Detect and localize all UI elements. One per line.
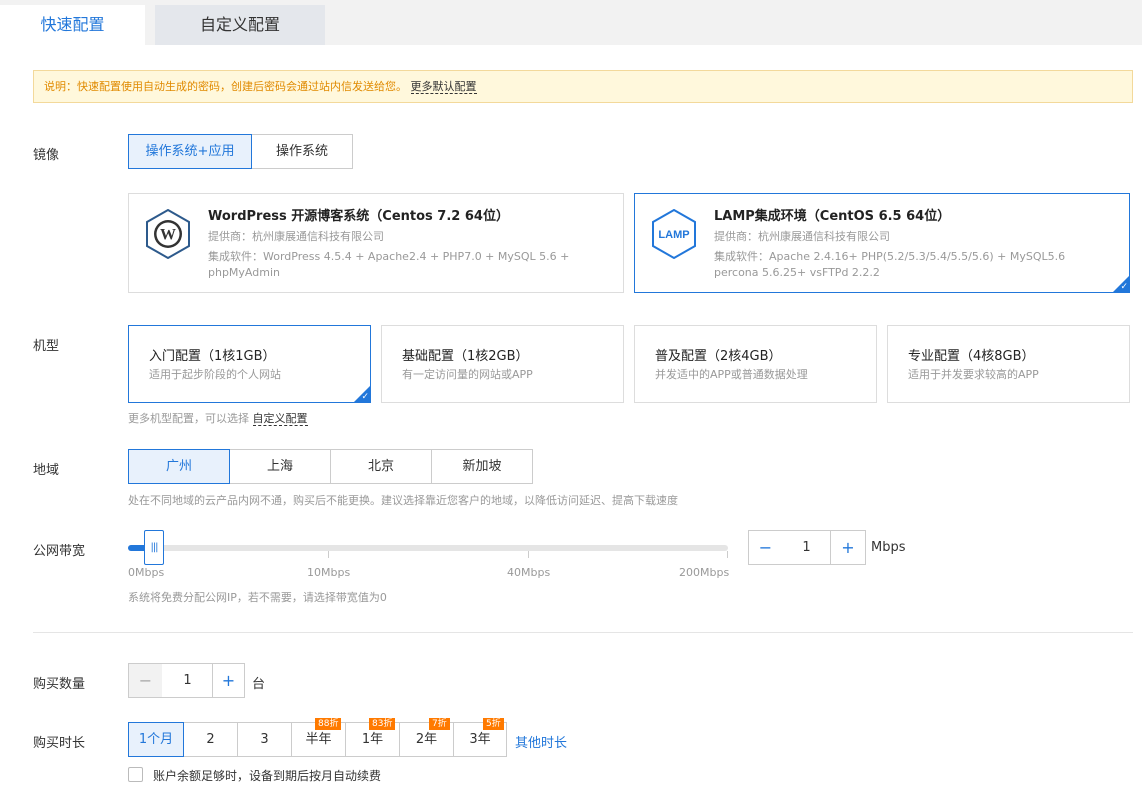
instance-type-basic[interactable]: 基础配置（1核2GB） 有一定访问量的网站或APP xyxy=(381,325,624,403)
bandwidth-slider-track[interactable] xyxy=(128,545,728,551)
region-shanghai[interactable]: 上海 xyxy=(229,449,331,484)
instance-type-popular[interactable]: 普及配置（2核4GB） 并发适中的APP或普通数据处理 xyxy=(634,325,877,403)
duration-2-months[interactable]: 2 xyxy=(183,722,238,757)
duration-label: 购买时长 xyxy=(33,736,86,751)
check-icon: ✓ xyxy=(361,392,369,402)
slider-tick xyxy=(328,551,329,558)
slider-tick xyxy=(727,551,728,558)
region-beijing[interactable]: 北京 xyxy=(330,449,432,484)
other-duration-link[interactable]: 其他时长 xyxy=(515,732,567,751)
instance-type-title: 专业配置（4核8GB） xyxy=(908,349,1035,364)
region-hint: 处在不同地域的云产品内网不通，购买后不能更换。建议选择靠近您客户的地域，以降低访… xyxy=(128,494,678,507)
wordpress-logo-icon: W xyxy=(146,209,190,259)
tick-label: 40Mbps xyxy=(507,566,551,579)
quantity-unit: 台 xyxy=(252,677,266,692)
bandwidth-slider-handle[interactable]: ||| xyxy=(144,530,164,565)
slider-tick xyxy=(528,551,529,558)
tick-label: 200Mbps xyxy=(679,566,730,579)
bandwidth-value-input[interactable]: 1 xyxy=(782,530,831,565)
region-label: 地域 xyxy=(33,463,60,478)
quantity-label: 购买数量 xyxy=(33,677,86,692)
discount-badge: 88折 xyxy=(315,718,342,730)
instance-type-title: 普及配置（2核4GB） xyxy=(655,349,782,364)
instance-type-title: 入门配置（1核1GB） xyxy=(149,349,276,364)
discount-badge: 83折 xyxy=(369,718,396,730)
image-label: 镜像 xyxy=(33,148,60,163)
svg-text:LAMP: LAMP xyxy=(658,229,689,241)
lamp-logo-icon: LAMP xyxy=(652,209,696,259)
custom-config-link[interactable]: 自定义配置 xyxy=(252,412,308,426)
section-divider xyxy=(33,632,1133,633)
image-mode-os-app[interactable]: 操作系统+应用 xyxy=(128,134,252,169)
bandwidth-hint: 系统将免费分配公网IP，若不需要，请选择带宽值为0 xyxy=(128,591,387,604)
region-singapore[interactable]: 新加坡 xyxy=(431,449,533,484)
instance-type-title: 基础配置（1核2GB） xyxy=(402,349,529,364)
wordpress-software: 集成软件：WordPress 4.5.4 + Apache2.4 + PHP7.… xyxy=(208,250,570,279)
notice-banner: 说明：快速配置使用自动生成的密码，创建后密码会通过站内信发送给您。 更多默认配置 xyxy=(33,70,1133,103)
image-card-wordpress[interactable]: W WordPress 开源博客系统（Centos 7.2 64位） 提供商：杭… xyxy=(128,193,624,293)
quantity-minus-button[interactable]: − xyxy=(128,663,163,698)
instance-type-desc: 适用于并发要求较高的APP xyxy=(908,368,1039,381)
bandwidth-unit: Mbps xyxy=(871,540,906,555)
tick-label: 10Mbps xyxy=(307,566,351,579)
lamp-title: LAMP集成环境（CentOS 6.5 64位） xyxy=(714,209,951,224)
instance-type-entry[interactable]: 入门配置（1核1GB） 适用于起步阶段的个人网站 ✓ xyxy=(128,325,371,403)
more-defaults-link[interactable]: 更多默认配置 xyxy=(410,80,477,94)
instance-hint: 更多机型配置，可以选择 自定义配置 xyxy=(128,412,308,426)
image-mode-os[interactable]: 操作系统 xyxy=(251,134,353,169)
auto-renew-label: 账户余额足够时，设备到期后按月自动续费 xyxy=(153,769,382,783)
lamp-provider: 提供商：杭州康展通信科技有限公司 xyxy=(714,230,890,243)
lamp-software: 集成软件：Apache 2.4.16+ PHP(5.2/5.3/5.4/5.5/… xyxy=(714,250,1066,279)
tab-quick-config[interactable]: 快速配置 xyxy=(0,5,145,45)
instance-type-pro[interactable]: 专业配置（4核8GB） 适用于并发要求较高的APP xyxy=(887,325,1130,403)
bandwidth-label: 公网带宽 xyxy=(33,544,86,559)
discount-badge: 5折 xyxy=(483,718,504,730)
instance-type-desc: 并发适中的APP或普通数据处理 xyxy=(655,368,808,381)
discount-badge: 7折 xyxy=(429,718,450,730)
bandwidth-plus-button[interactable]: + xyxy=(830,530,866,565)
instance-type-desc: 适用于起步阶段的个人网站 xyxy=(149,368,281,381)
check-icon: ✓ xyxy=(1120,282,1128,292)
svg-text:W: W xyxy=(160,227,176,244)
notice-text: 说明：快速配置使用自动生成的密码，创建后密码会通过站内信发送给您。 xyxy=(44,80,407,93)
region-guangzhou[interactable]: 广州 xyxy=(128,449,230,484)
wordpress-title: WordPress 开源博客系统（Centos 7.2 64位） xyxy=(208,209,509,224)
wordpress-provider: 提供商：杭州康展通信科技有限公司 xyxy=(208,230,384,243)
image-card-lamp[interactable]: LAMP LAMP集成环境（CentOS 6.5 64位） 提供商：杭州康展通信… xyxy=(634,193,1130,293)
bandwidth-minus-button[interactable]: − xyxy=(748,530,783,565)
quantity-input[interactable]: 1 xyxy=(162,663,213,698)
instance-label: 机型 xyxy=(33,339,60,354)
instance-type-desc: 有一定访问量的网站或APP xyxy=(402,368,533,381)
duration-3-months[interactable]: 3 xyxy=(237,722,292,757)
duration-1-month[interactable]: 1个月 xyxy=(128,722,184,757)
quantity-plus-button[interactable]: + xyxy=(212,663,245,698)
tick-label: 0Mbps xyxy=(128,566,165,579)
tab-custom-config[interactable]: 自定义配置 xyxy=(155,5,325,45)
auto-renew-checkbox[interactable] xyxy=(128,767,143,782)
